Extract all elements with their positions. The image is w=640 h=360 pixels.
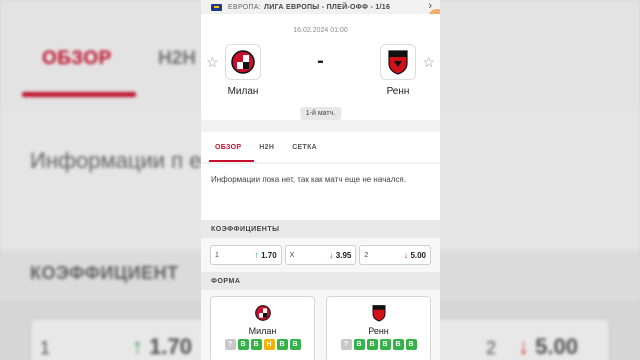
info-message: Информации пока нет, так как матч еще не… [201, 164, 440, 220]
arrow-down-icon: ↓ [329, 250, 334, 260]
form-result: В [353, 339, 365, 350]
home-team-name: Милан [227, 86, 259, 97]
odd-value: 1.70 [261, 251, 277, 260]
form-result: В [366, 339, 378, 350]
form-result: В [392, 339, 404, 350]
match-screen: ЕВРОПА: ЛИГА ЕВРОПЫ - ПЛЕЙ-ОФФ - 1/16 › … [201, 0, 440, 360]
form-away-name: Ренн [368, 326, 389, 336]
competition-region: ЕВРОПА: [228, 3, 262, 11]
form-away-results: ? В В В В В [327, 339, 430, 350]
form-result: В [237, 339, 249, 350]
form-result: В [250, 339, 262, 350]
match-date: 16.02.2024 01:00 [293, 27, 348, 34]
tab-h2h[interactable]: H2H [259, 144, 274, 151]
milan-logo-icon [254, 303, 272, 323]
odd-label: X [289, 251, 295, 259]
form-card-home[interactable]: Милан ? В В Н В В [210, 296, 315, 360]
away-team[interactable]: Ренн [368, 44, 428, 97]
match-header: 16.02.2024 01:00 ☆ ☆ Милан - Ренн 1-й ма… [201, 14, 440, 120]
form-result: В [405, 339, 417, 350]
form-result: ? [340, 339, 352, 350]
form-card-away[interactable]: Ренн ? В В В В В [326, 296, 431, 360]
competition-bar[interactable]: ЕВРОПА: ЛИГА ЕВРОПЫ - ПЛЕЙ-ОФФ - 1/16 [201, 0, 440, 14]
form-result: В [289, 339, 301, 350]
odd-value: 5.00 [410, 251, 427, 260]
odd-label: 1 [215, 251, 219, 259]
competition-name: ЛИГА ЕВРОПЫ - ПЛЕЙ-ОФФ - 1/16 [264, 3, 391, 11]
rennes-logo-icon [380, 44, 416, 80]
form-home-results: ? В В Н В В [211, 339, 314, 350]
odd-label: 2 [364, 251, 369, 259]
form-result: В [276, 339, 288, 350]
form-result: ? [224, 339, 236, 350]
form-result: В [379, 339, 391, 350]
tab-bracket[interactable]: СЕТКА [292, 144, 317, 151]
europe-flag-icon [211, 3, 222, 11]
form-section-title: ФОРМА [201, 272, 440, 290]
rennes-logo-icon [370, 303, 388, 323]
active-tab-indicator [209, 160, 254, 162]
odd-value: 3.95 [335, 251, 352, 260]
away-team-name: Ренн [386, 86, 410, 97]
odd-away[interactable]: 2 ↓ 5.00 [359, 245, 432, 265]
form-result: Н [263, 339, 275, 350]
odd-home[interactable]: 1 ↑ 1.70 [210, 245, 282, 265]
odd-draw[interactable]: X ↓ 3.95 [284, 245, 357, 265]
tab-overview[interactable]: ОБЗОР [215, 144, 241, 151]
odds-row: 1 ↑ 1.70 X ↓ 3.95 2 ↓ 5.00 [201, 238, 440, 272]
odds-section-title: КОЭФФИЦИЕНТЫ [201, 220, 440, 238]
form-row: Милан ? В В Н В В Ренн ? В В В В В [201, 290, 440, 360]
detail-tabs: ОБЗОР H2H СЕТКА [201, 132, 440, 162]
form-home-name: Милан [248, 326, 277, 336]
leg-badge: 1-й матч. [299, 107, 342, 120]
arrow-down-icon: ↓ [403, 250, 409, 260]
arrow-up-icon: ↑ [254, 250, 259, 260]
